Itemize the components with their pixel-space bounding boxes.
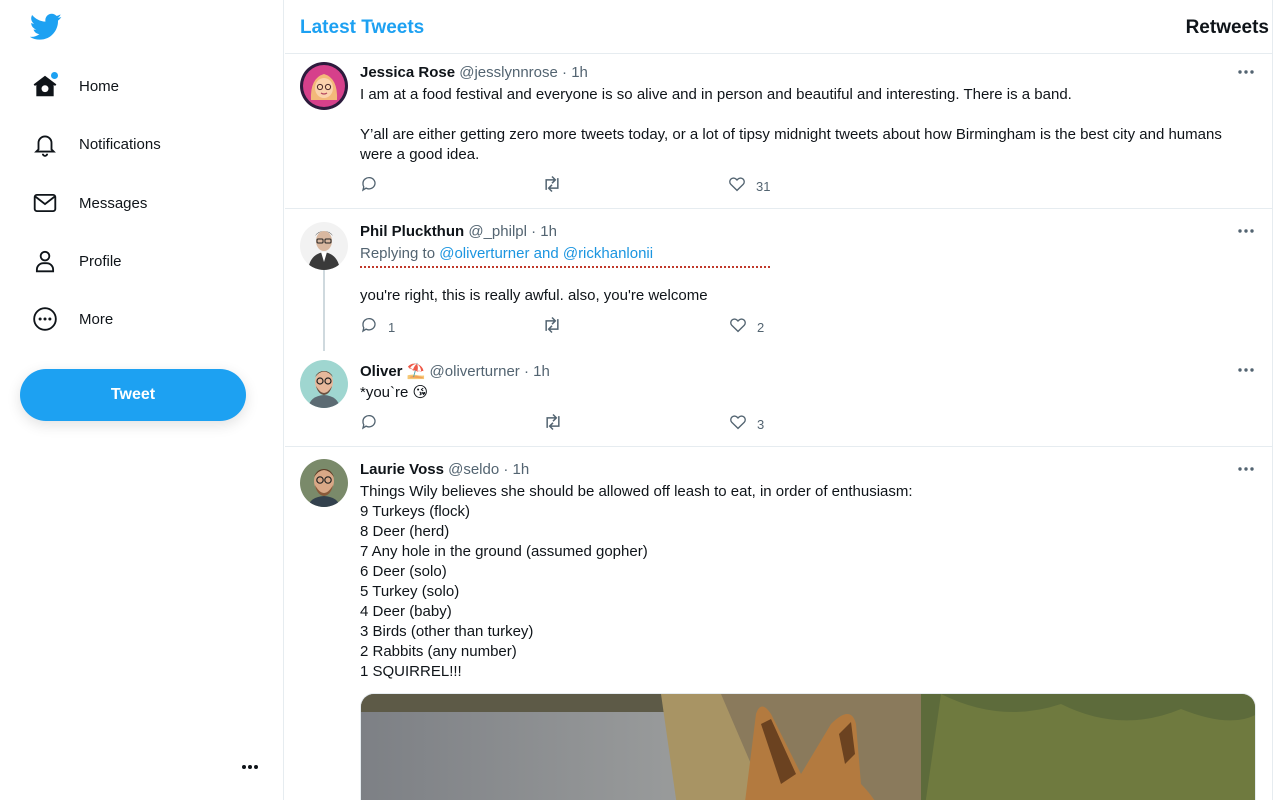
avatar[interactable] — [300, 459, 348, 507]
avatar[interactable] — [300, 222, 348, 270]
replying-to-mentions[interactable]: @oliverturner and @rickhanlonii — [439, 245, 653, 262]
nav-label-home: Home — [79, 77, 120, 95]
retweet-button[interactable] — [542, 175, 572, 198]
tweet-button[interactable]: Tweet — [20, 369, 246, 421]
avatar[interactable] — [300, 360, 348, 408]
tweet-item[interactable]: Phil Pluckthun @_philpl · 1h Replying to… — [285, 209, 1272, 351]
author-handle[interactable]: @jesslynnrose — [459, 64, 558, 81]
nav-messages[interactable]: Messages — [30, 183, 147, 223]
person-icon — [30, 246, 60, 276]
tweet-more-icon[interactable] — [1237, 363, 1255, 377]
like-button[interactable]: 31 — [728, 175, 771, 198]
separator: · — [503, 461, 509, 478]
nav-notifications[interactable]: Notifications — [30, 124, 161, 164]
retweet-button[interactable] — [543, 413, 573, 436]
nav-label-more: More — [79, 310, 114, 328]
tweet-header: Phil Pluckthun @_philpl · 1h — [360, 223, 557, 240]
separator: · — [531, 223, 537, 240]
spellcheck-underline — [360, 265, 770, 268]
reply-icon — [360, 175, 378, 198]
heart-icon — [728, 175, 746, 198]
reply-icon — [360, 413, 378, 436]
replying-to: Replying to @oliverturner and @rickhanlo… — [360, 245, 653, 262]
nav-label-messages: Messages — [79, 194, 148, 212]
reply-icon — [360, 316, 378, 339]
home-icon — [30, 71, 60, 101]
sidebar: Home Notifications Messages Profile More… — [0, 0, 284, 800]
twitter-bird-icon[interactable] — [29, 13, 62, 41]
author-name[interactable]: Phil Pluckthun — [360, 223, 464, 240]
replying-to-prefix: Replying to — [360, 245, 436, 262]
avatar[interactable] — [300, 62, 348, 110]
tweet-item[interactable]: Oliver ⛱️ @oliverturner · 1h *you`re 😘 3 — [285, 348, 1272, 447]
tweet-header: Laurie Voss @seldo · 1h — [360, 461, 529, 478]
tweet-text: I am at a food festival and everyone is … — [360, 86, 1222, 163]
tweet-header: Oliver ⛱️ @oliverturner · 1h — [360, 362, 550, 380]
like-count: 31 — [756, 178, 771, 194]
tweet-more-icon[interactable] — [1237, 224, 1255, 238]
reply-count: 1 — [388, 319, 396, 335]
tweet-time[interactable]: 1h — [533, 363, 550, 380]
tweet-item[interactable]: Jessica Rose @jesslynnrose · 1h I am at … — [285, 54, 1272, 209]
tweet-header: Jessica Rose @jesslynnrose · 1h — [360, 64, 588, 81]
like-count: 2 — [757, 319, 765, 335]
like-button[interactable]: 2 — [729, 316, 765, 339]
author-handle[interactable]: @seldo — [448, 461, 499, 478]
nav-more[interactable]: More — [30, 299, 113, 339]
nav-label-profile: Profile — [79, 252, 122, 270]
author-handle[interactable]: @oliverturner — [430, 363, 520, 380]
page-title: Latest Tweets — [300, 17, 425, 38]
nav-home[interactable]: Home — [30, 66, 119, 106]
tweet-text: you're right, this is really awful. also… — [360, 287, 708, 304]
tweet-text: Things Wily believes she should be allow… — [360, 483, 913, 680]
thread-line — [323, 269, 325, 351]
retweet-button[interactable] — [542, 316, 572, 339]
author-name[interactable]: Jessica Rose — [360, 64, 455, 81]
more-circle-icon — [30, 304, 60, 334]
tweet-time[interactable]: 1h — [540, 223, 557, 240]
notification-dot — [51, 72, 58, 79]
tweet-time[interactable]: 1h — [513, 461, 530, 478]
reply-button[interactable] — [360, 175, 388, 198]
tweet-photo[interactable] — [360, 693, 1256, 800]
tweet-more-icon[interactable] — [1237, 65, 1255, 79]
retweet-icon — [543, 413, 563, 436]
nav-label-notifications: Notifications — [79, 135, 161, 153]
author-name[interactable]: Oliver ⛱️ — [360, 363, 425, 380]
reply-button[interactable]: 1 — [360, 316, 396, 339]
timeline: Latest Tweets Retweets Jessica Rose @jes… — [285, 0, 1273, 800]
retweet-icon — [542, 175, 562, 198]
timeline-header: Latest Tweets Retweets — [285, 0, 1272, 54]
tweet-more-icon[interactable] — [1237, 462, 1255, 476]
tweet-text: *you`re 😘 — [360, 384, 429, 401]
tweet-time[interactable]: 1h — [571, 64, 588, 81]
heart-icon — [729, 316, 747, 339]
retweets-tab[interactable]: Retweets — [1186, 17, 1269, 39]
author-handle[interactable]: @_philpl — [468, 223, 527, 240]
like-button[interactable]: 3 — [729, 413, 765, 436]
reply-button[interactable] — [360, 413, 388, 436]
separator: · — [562, 64, 568, 81]
heart-icon — [729, 413, 747, 436]
like-count: 3 — [757, 416, 765, 432]
retweet-icon — [542, 316, 562, 339]
envelope-icon — [30, 188, 60, 218]
account-more-icon[interactable] — [239, 758, 261, 776]
nav-profile[interactable]: Profile — [30, 241, 122, 281]
bell-icon — [30, 129, 60, 159]
separator: · — [523, 363, 529, 380]
author-name[interactable]: Laurie Voss — [360, 461, 444, 478]
